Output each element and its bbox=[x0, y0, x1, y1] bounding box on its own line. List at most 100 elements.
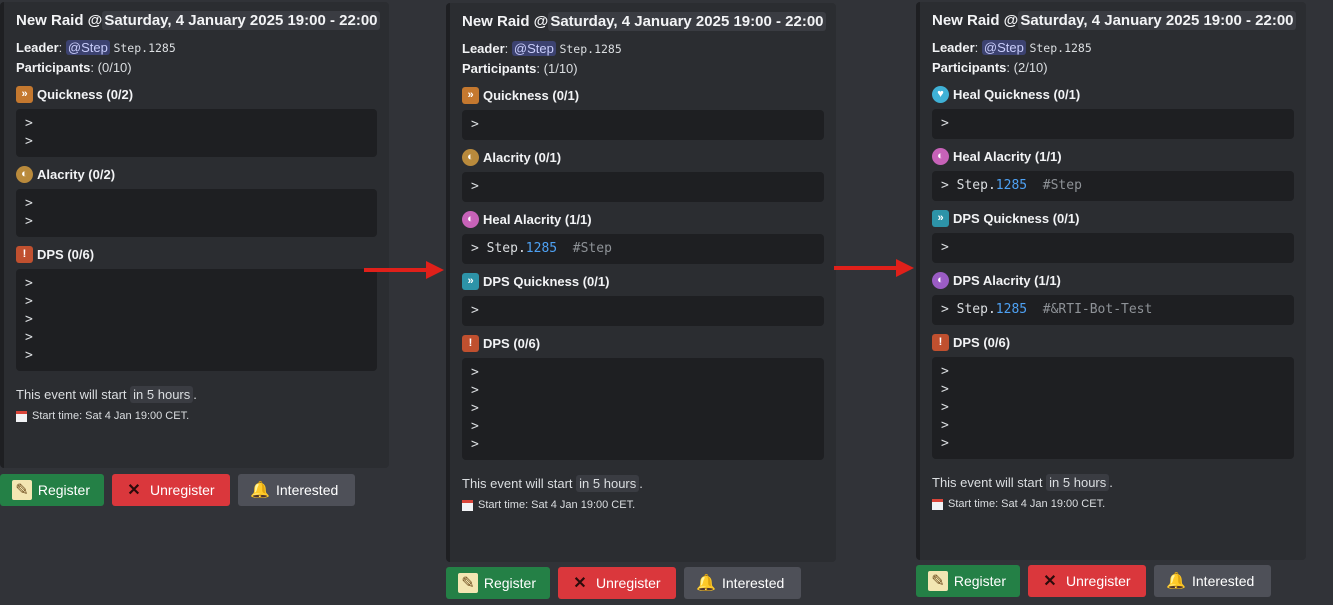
slot-marker: > bbox=[25, 294, 33, 309]
register-button-label: Register bbox=[953, 573, 1006, 589]
role-label: Quickness (0/1) bbox=[483, 87, 580, 103]
participants-line: Participants: (1/10) bbox=[462, 61, 578, 76]
slot-row: > bbox=[471, 364, 815, 382]
start-countdown: This event will start in 5 hours. bbox=[462, 475, 643, 492]
slot-channel: #Step bbox=[1042, 178, 1082, 193]
interested-button[interactable]: 🔔 Interested bbox=[1154, 565, 1271, 597]
role-slot-list: > > > > > bbox=[462, 358, 824, 460]
role-heading: ! DPS (0/6) bbox=[932, 333, 1294, 351]
slot-channel: #&RTI-Bot-Test bbox=[1042, 302, 1153, 317]
slot-marker: > bbox=[25, 134, 33, 149]
participants-count: (2/10) bbox=[1013, 60, 1048, 75]
leader-mention[interactable]: @Step bbox=[65, 40, 110, 55]
leader-mention[interactable]: @Step bbox=[511, 41, 556, 56]
slot-row: > bbox=[941, 399, 1285, 417]
slot-channel: #Step bbox=[572, 241, 612, 256]
slot-row: > bbox=[941, 435, 1285, 453]
slot-marker: > bbox=[941, 382, 949, 397]
leader-line: Leader: @Step Step.1285 bbox=[462, 41, 622, 56]
dps-icon: ! bbox=[932, 333, 949, 351]
slot-player-name: Step. bbox=[486, 241, 526, 256]
slot-row: > bbox=[25, 115, 368, 133]
unregister-button-label: Unregister bbox=[150, 482, 215, 498]
register-button[interactable]: ✎ Register bbox=[0, 474, 104, 506]
interested-button[interactable]: 🔔 Interested bbox=[238, 474, 355, 506]
role-label: Heal Quickness (0/1) bbox=[953, 86, 1081, 102]
role-heading: » DPS Quickness (0/1) bbox=[932, 209, 1294, 227]
title-prefix: New Raid @ bbox=[932, 12, 1019, 29]
register-button[interactable]: ✎ Register bbox=[446, 567, 550, 599]
slot-marker: > bbox=[941, 418, 949, 433]
role-slot-list: > Step.1285 #Step bbox=[932, 171, 1294, 201]
interested-button-label: Interested bbox=[276, 482, 339, 498]
title-prefix: New Raid @ bbox=[16, 12, 103, 29]
calendar-icon bbox=[16, 410, 27, 422]
slot-marker: > bbox=[471, 401, 479, 416]
slot-player-name: Step. bbox=[956, 178, 996, 193]
interested-button[interactable]: 🔔 Interested bbox=[684, 567, 801, 599]
role-heading: » Quickness (0/2) bbox=[16, 85, 377, 103]
participants-line: Participants: (0/10) bbox=[16, 60, 132, 75]
heal-alacrity-icon: ◐ bbox=[932, 147, 949, 165]
role-heading: ◐ DPS Alacrity (1/1) bbox=[932, 271, 1294, 289]
slot-row: > bbox=[471, 302, 815, 320]
interested-button-label: Interested bbox=[1192, 573, 1255, 589]
slot-row: > bbox=[25, 275, 368, 293]
button-row-2: ✎ Register ✕ Unregister 🔔 Interested bbox=[446, 567, 801, 599]
slot-marker: > bbox=[25, 214, 33, 229]
slot-player-number: 1285 bbox=[995, 178, 1028, 193]
leader-tag: Step.1285 bbox=[1029, 41, 1092, 55]
leader-mention[interactable]: @Step bbox=[981, 40, 1026, 55]
event-embed-1: New Raid @ Saturday, 4 January 2025 19:00… bbox=[0, 2, 389, 468]
slot-row: > bbox=[25, 311, 368, 329]
role-heading: ◐ Heal Alacrity (1/1) bbox=[932, 147, 1294, 165]
title-prefix: New Raid @ bbox=[462, 13, 549, 30]
leader-line: Leader: @Step Step.1285 bbox=[932, 40, 1092, 55]
unregister-button[interactable]: ✕ Unregister bbox=[112, 474, 230, 506]
embed-title: New Raid @ Saturday, 4 January 2025 19:00… bbox=[16, 11, 380, 30]
role-label: DPS (0/6) bbox=[953, 334, 1011, 350]
role-label: Heal Alacrity (1/1) bbox=[953, 148, 1062, 164]
slot-marker: > bbox=[471, 179, 479, 194]
role-heading: » DPS Quickness (0/1) bbox=[462, 272, 824, 290]
event-date: Saturday, 4 January 2025 19:00 - 22:00 bbox=[102, 11, 380, 30]
role-label: Alacrity (0/2) bbox=[37, 166, 116, 182]
slot-marker: > bbox=[471, 437, 479, 452]
arrow-right-icon bbox=[364, 261, 444, 279]
role-slot-list: > > bbox=[16, 109, 377, 157]
role-label: DPS (0/6) bbox=[37, 246, 95, 262]
bell-icon: 🔔 bbox=[1166, 573, 1186, 590]
slot-marker: > bbox=[941, 400, 949, 415]
slot-row: > bbox=[471, 436, 815, 454]
slot-player-number: 1285 bbox=[995, 302, 1028, 317]
slot-row: > bbox=[471, 116, 815, 134]
start-time-text: Start time: Sat 4 Jan 19:00 CET. bbox=[32, 410, 190, 422]
memo-icon: ✎ bbox=[458, 573, 478, 593]
role-label: Quickness (0/2) bbox=[37, 86, 134, 102]
slot-row: > bbox=[25, 293, 368, 311]
slot-row: > bbox=[941, 239, 1285, 257]
quickness-icon: » bbox=[462, 86, 479, 104]
role-heading: » Quickness (0/1) bbox=[462, 86, 824, 104]
slot-row: > bbox=[25, 329, 368, 347]
slot-row: > bbox=[471, 178, 815, 196]
event-embed-3: New Raid @ Saturday, 4 January 2025 19:00… bbox=[916, 2, 1306, 560]
register-button[interactable]: ✎ Register bbox=[916, 565, 1020, 597]
role-label: Heal Alacrity (1/1) bbox=[483, 211, 592, 227]
slot-player-number: 1285 bbox=[525, 241, 558, 256]
slot-row: > bbox=[471, 418, 815, 436]
role-slot-list: > Step.1285 #Step bbox=[462, 234, 824, 264]
participants-count: (0/10) bbox=[97, 60, 132, 75]
unregister-button[interactable]: ✕ Unregister bbox=[558, 567, 676, 599]
slot-row: > bbox=[25, 347, 368, 365]
memo-icon: ✎ bbox=[12, 480, 32, 500]
role-label: DPS Alacrity (1/1) bbox=[953, 272, 1061, 288]
unregister-button[interactable]: ✕ Unregister bbox=[1028, 565, 1146, 597]
countdown-relative: in 5 hours bbox=[576, 475, 640, 492]
quickness-icon: » bbox=[16, 85, 33, 103]
role-slot-list: > bbox=[462, 110, 824, 140]
role-heading: ! DPS (0/6) bbox=[462, 334, 824, 352]
slot-marker: > bbox=[25, 196, 33, 211]
countdown-text: This event will start bbox=[16, 387, 127, 402]
interested-button-label: Interested bbox=[722, 575, 785, 591]
